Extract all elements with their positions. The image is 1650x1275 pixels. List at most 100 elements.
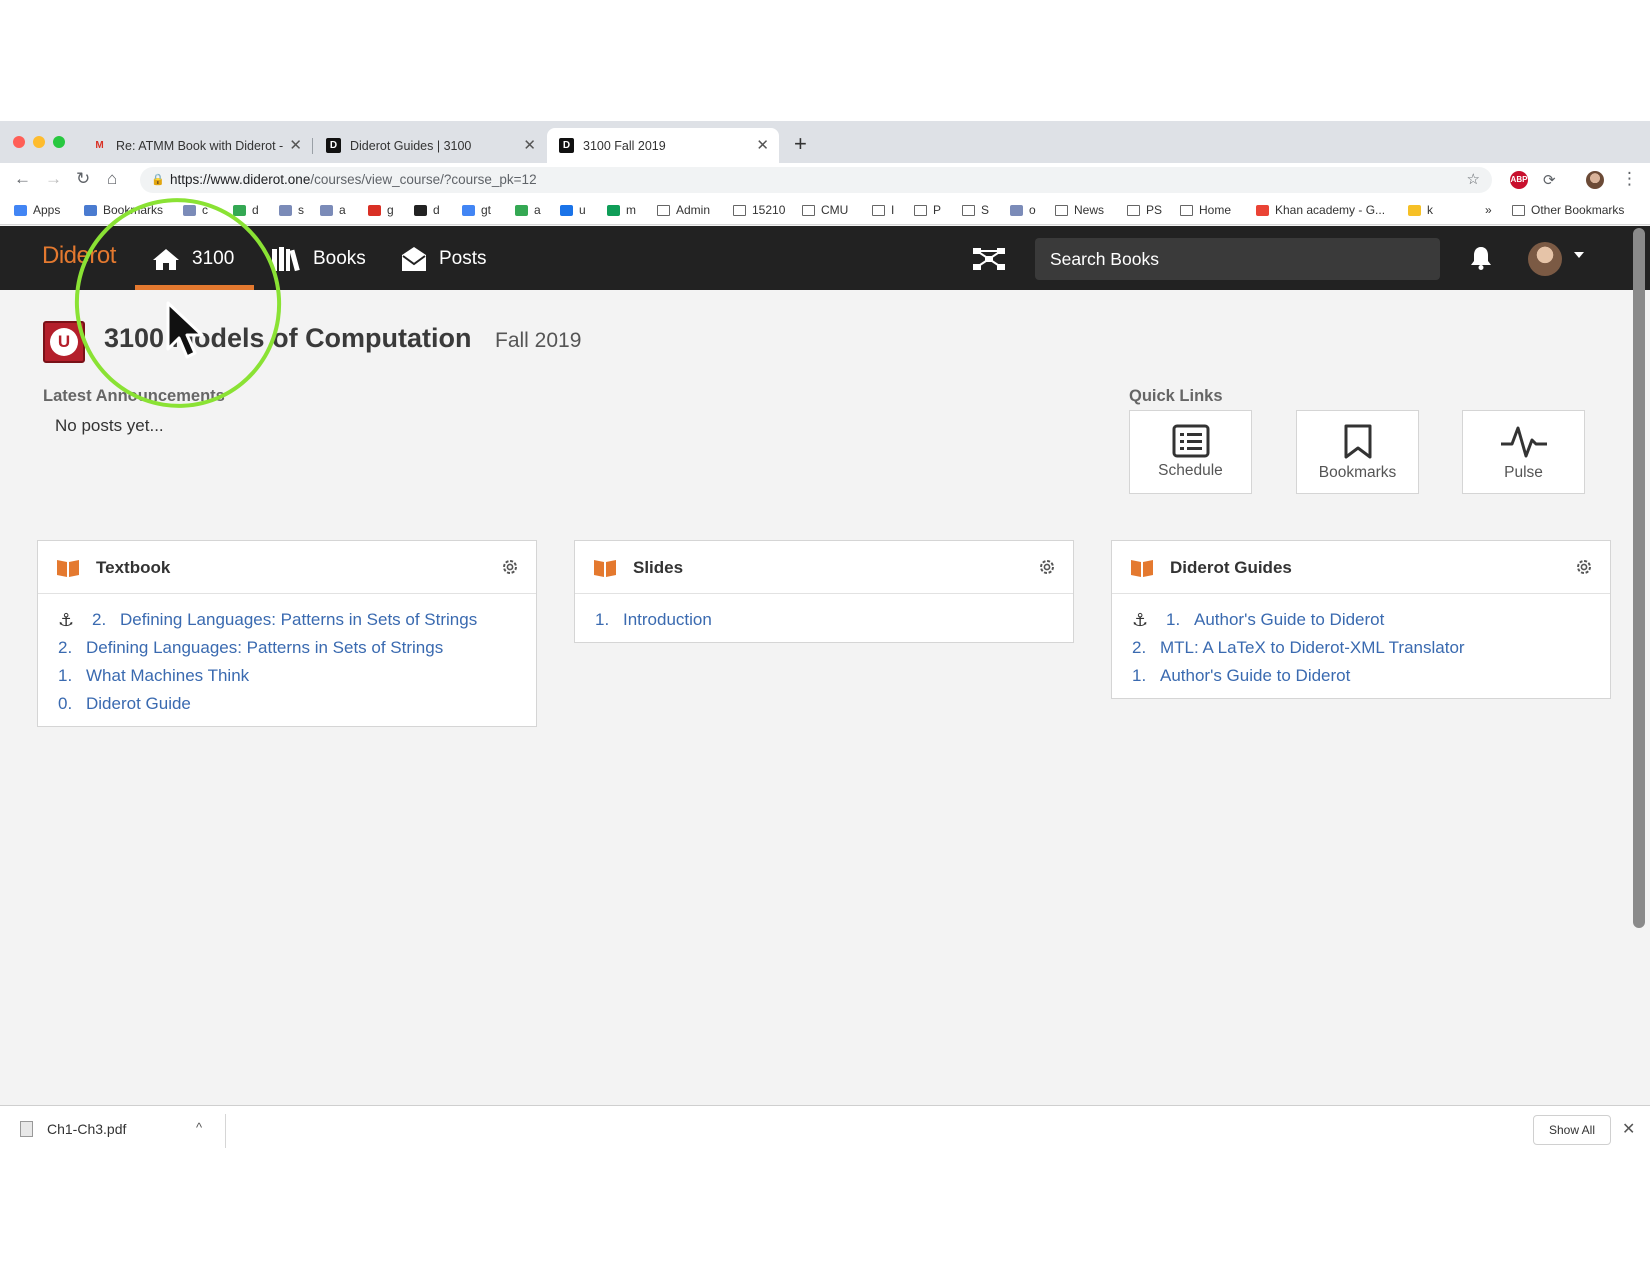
- close-icon[interactable]: ✕: [289, 136, 302, 154]
- bookmark-item[interactable]: Apps: [14, 203, 60, 217]
- bookmark-item[interactable]: Admin: [657, 203, 710, 217]
- close-window-button[interactable]: [13, 136, 25, 148]
- bookmark-item[interactable]: 15210: [733, 203, 785, 217]
- minimize-window-button[interactable]: [33, 136, 45, 148]
- bookmark-item[interactable]: s: [279, 203, 304, 217]
- bookmark-item[interactable]: Khan academy - G...: [1256, 203, 1385, 217]
- bookmark-item[interactable]: m: [607, 203, 636, 217]
- course-term: Fall 2019: [495, 329, 582, 352]
- list-item[interactable]: ⚓ 1. Author's Guide to Diderot: [1112, 606, 1610, 634]
- pulse-icon: [1500, 426, 1547, 458]
- bookmark-item[interactable]: CMU: [802, 203, 848, 217]
- bookmark-item[interactable]: d: [414, 203, 440, 217]
- chevron-up-icon[interactable]: ^: [196, 1120, 202, 1135]
- folder-icon: [657, 204, 670, 216]
- bookmark-item[interactable]: I: [872, 203, 894, 217]
- sync-icon[interactable]: ⟳: [1543, 171, 1556, 189]
- zoom-window-button[interactable]: [53, 136, 65, 148]
- nav-posts[interactable]: Posts: [401, 244, 487, 274]
- bookmark-item[interactable]: o: [1010, 203, 1036, 217]
- tab-diderot-guides[interactable]: D Diderot Guides | 3100 ✕: [314, 128, 546, 163]
- home-icon[interactable]: ⌂: [107, 169, 117, 189]
- quick-link-schedule[interactable]: Schedule: [1129, 410, 1252, 494]
- bookmark-icon: [1344, 424, 1371, 459]
- bookmark-item[interactable]: Home: [1180, 203, 1231, 217]
- item-link[interactable]: Author's Guide to Diderot: [1160, 666, 1350, 686]
- bookmark-item[interactable]: a: [515, 203, 541, 217]
- bookmark-item[interactable]: P: [914, 203, 941, 217]
- close-icon[interactable]: ✕: [1622, 1119, 1635, 1139]
- bell-icon[interactable]: [1470, 246, 1492, 270]
- bookmark-label: Home: [1199, 203, 1232, 217]
- tab-course[interactable]: D 3100 Fall 2019 ✕: [547, 128, 779, 163]
- reload-icon[interactable]: ↻: [76, 169, 90, 189]
- back-icon[interactable]: ←: [14, 169, 31, 189]
- nav-books[interactable]: Books: [271, 244, 366, 274]
- show-all-button[interactable]: Show All: [1533, 1115, 1611, 1145]
- tab-gmail[interactable]: M Re: ATMM Book with Diderot - ✕: [80, 128, 312, 163]
- star-icon[interactable]: ☆: [1467, 167, 1480, 193]
- user-avatar[interactable]: [1528, 242, 1562, 276]
- posts-icon: [402, 247, 426, 271]
- anchor-icon: ⚓: [58, 609, 75, 630]
- address-bar[interactable]: 🔒 https://www.diderot.one/courses/view_c…: [140, 167, 1492, 193]
- gear-icon[interactable]: [501, 558, 519, 576]
- chevron-down-icon[interactable]: [1574, 252, 1584, 258]
- new-tab-button[interactable]: +: [794, 131, 807, 157]
- item-number: 2.: [92, 610, 107, 629]
- quick-link-pulse[interactable]: Pulse: [1462, 410, 1585, 494]
- bookmark-label: o: [1029, 203, 1036, 217]
- list-item[interactable]: ⚓ 2. Defining Languages: Patterns in Sets …: [38, 606, 536, 634]
- gear-icon[interactable]: [1038, 558, 1056, 576]
- bookmarks-overflow-button[interactable]: »: [1485, 203, 1492, 217]
- bookmark-item[interactable]: S: [962, 203, 989, 217]
- list-item[interactable]: 1. Author's Guide to Diderot: [1112, 662, 1610, 690]
- menu-dots-icon[interactable]: ⋮: [1621, 169, 1638, 189]
- keep-icon: [1408, 204, 1421, 216]
- search-books-input[interactable]: Search Books: [1035, 238, 1440, 280]
- network-graph-icon[interactable]: [972, 246, 1006, 272]
- bookmark-label: Admin: [676, 203, 711, 217]
- item-link[interactable]: What Machines Think: [86, 666, 249, 686]
- item-link[interactable]: MTL: A LaTeX to Diderot-XML Translator: [1160, 638, 1465, 658]
- forward-icon[interactable]: →: [45, 169, 62, 189]
- bookmark-item[interactable]: d: [233, 203, 259, 217]
- item-link[interactable]: Defining Languages: Patterns in Sets of …: [86, 638, 443, 658]
- bookmark-item[interactable]: k: [1408, 203, 1433, 217]
- item-number: 1.: [58, 666, 73, 685]
- item-link[interactable]: Diderot Guide: [86, 694, 191, 714]
- download-item[interactable]: Ch1-Ch3.pdf: [20, 1121, 126, 1137]
- item-link[interactable]: Introduction: [623, 610, 712, 630]
- bookmark-label: m: [626, 203, 636, 217]
- quick-link-bookmarks[interactable]: Bookmarks: [1296, 410, 1419, 494]
- bookmark-item[interactable]: PS: [1127, 203, 1162, 217]
- lock-icon: 🔒: [151, 174, 165, 186]
- gear-icon[interactable]: [1575, 558, 1593, 576]
- close-icon[interactable]: ✕: [523, 136, 536, 154]
- item-link[interactable]: Author's Guide to Diderot: [1194, 610, 1384, 630]
- list-item[interactable]: 1. Introduction: [575, 606, 1073, 634]
- other-bookmarks[interactable]: Other Bookmarks: [1512, 203, 1624, 217]
- list-item[interactable]: 0. Diderot Guide: [38, 690, 536, 718]
- list-item[interactable]: 2. Defining Languages: Patterns in Sets o…: [38, 634, 536, 662]
- folder-icon: [872, 204, 885, 216]
- quick-link-label: Schedule: [1158, 462, 1223, 479]
- bookmark-item[interactable]: g: [368, 203, 394, 217]
- textbook-panel: Textbook ⚓ 2. Defining Languages: Patterns…: [37, 540, 537, 727]
- close-icon[interactable]: ✕: [756, 136, 769, 154]
- divider: [225, 1114, 226, 1148]
- bookmark-item[interactable]: News: [1055, 203, 1104, 217]
- tab-label: Diderot Guides | 3100: [350, 138, 472, 153]
- bookmark-item[interactable]: gt: [462, 203, 491, 217]
- bookmark-item[interactable]: a: [320, 203, 346, 217]
- page-scrollbar[interactable]: [1633, 228, 1645, 928]
- adblock-icon[interactable]: ABP: [1510, 171, 1528, 189]
- diderot-guides-panel: Diderot Guides ⚓ 1. Author's Guide to Dide…: [1111, 540, 1611, 699]
- bookmark-item[interactable]: u: [560, 203, 586, 217]
- item-link[interactable]: Defining Languages: Patterns in Sets of …: [120, 610, 477, 630]
- list-item[interactable]: 1. What Machines Think: [38, 662, 536, 690]
- list-item[interactable]: 2. MTL: A LaTeX to Diderot-XML Translator: [1112, 634, 1610, 662]
- profile-avatar-icon[interactable]: [1586, 171, 1604, 189]
- books-icon: [272, 247, 300, 272]
- tab-label: Re: ATMM Book with Diderot -: [116, 138, 284, 153]
